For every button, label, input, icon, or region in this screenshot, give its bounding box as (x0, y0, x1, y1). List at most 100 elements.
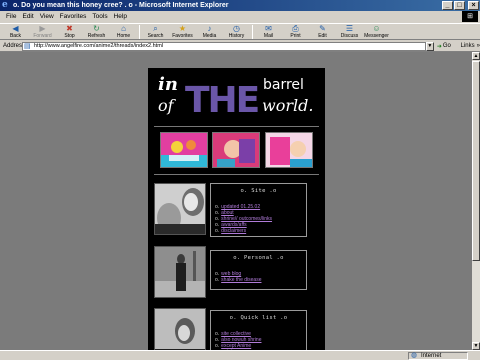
history-icon: ◷ (233, 24, 240, 33)
stop-icon: ✖ (66, 24, 73, 33)
menu-bar: File Edit View Favorites Tools Help (0, 11, 480, 22)
link-list: o. web blog o. shake the disease (215, 271, 302, 283)
go-arrow-icon[interactable]: ➜ (437, 43, 442, 50)
search-button[interactable]: ⌕ Search (142, 24, 169, 40)
browser-window: e o. Do you mean this honey cree? . o - … (0, 0, 480, 360)
nav-link[interactable]: disclaimers (221, 228, 246, 234)
divider (154, 174, 319, 175)
card-title: o. Personal .o (233, 255, 284, 261)
discuss-button[interactable]: ☰ Discuss (336, 24, 363, 40)
card-site: o. Site .o o. updated 01.25.02 o. about o.… (210, 183, 307, 237)
home-button-label: Home (116, 33, 131, 39)
arrow-right-icon: ▶ (39, 24, 46, 33)
edit-button-label: Edit (318, 33, 327, 39)
link-list: o. updated 01.25.02 o. about o. shrine// ou… (215, 204, 302, 234)
home-button[interactable]: ⌂ Home (110, 24, 137, 40)
address-bar: Address ▤ http://www.angelfire.com/anime… (0, 41, 480, 52)
banner-image-1[interactable] (160, 132, 208, 168)
favorites-button[interactable]: ★ Favorites (169, 24, 196, 40)
logo-the: THE (185, 80, 258, 118)
menu-favorites[interactable]: Favorites (57, 11, 90, 22)
search-icon: ⌕ (153, 24, 158, 33)
window-controls: _ □ × (442, 1, 479, 10)
list-item: o. disclaimers (215, 228, 302, 234)
menu-file[interactable]: File (3, 11, 19, 22)
divider (154, 126, 319, 127)
menu-tools[interactable]: Tools (89, 11, 110, 22)
discuss-icon: ☰ (345, 24, 354, 33)
vertical-scrollbar[interactable]: ▲ ▼ (472, 52, 480, 350)
favorites-button-label: Favorites (172, 33, 193, 39)
media-icon: ♪ (207, 24, 212, 33)
card-quick-list: o. Quick list .o o. site collective o. als… (210, 310, 307, 350)
go-button[interactable]: Go (443, 43, 457, 49)
title-bar[interactable]: e o. Do you mean this honey cree? . o - … (0, 0, 480, 11)
refresh-button-label: Refresh (87, 33, 106, 39)
address-label: Address (3, 43, 26, 49)
toolbar-separator (252, 25, 253, 39)
card-personal: o. Personal .o o. web blog o. shake the di… (210, 250, 307, 290)
messenger-button-label: Messenger (364, 33, 389, 39)
messenger-button[interactable]: ☺ Messenger (363, 24, 390, 40)
card-title: o. Site .o (240, 188, 277, 194)
menu-view[interactable]: View (37, 11, 57, 22)
logo-barrel: barrel (263, 77, 304, 93)
back-button-label: Back (9, 33, 22, 39)
globe-icon: ◍ (411, 352, 418, 359)
logo-world: world. (262, 96, 313, 115)
search-button-label: Search (147, 33, 164, 39)
toolbar-separator (139, 25, 140, 39)
media-button[interactable]: ♪ Media (196, 24, 223, 40)
maximize-button[interactable]: □ (454, 1, 465, 10)
chevron-right-icon[interactable]: » (477, 43, 480, 49)
banner-image-2[interactable] (212, 132, 260, 168)
page-viewport: in THE barrel of world. o. Site .o o. up… (0, 52, 472, 350)
home-icon: ⌂ (121, 24, 126, 33)
links-button[interactable]: Links (461, 43, 475, 49)
card-title: o. Quick list .o (229, 315, 288, 321)
zone-label: Internet (421, 353, 442, 359)
mail-button[interactable]: ✉ Mail (255, 24, 282, 40)
forward-button[interactable]: ▶ Forward (29, 24, 56, 40)
list-bullet: o. (215, 277, 220, 283)
menu-edit[interactable]: Edit (19, 11, 36, 22)
scroll-up-button[interactable]: ▲ (472, 52, 480, 60)
stop-button[interactable]: ✖ Stop (56, 24, 83, 40)
internet-explorer-icon: e (2, 0, 8, 10)
profile-photo-1 (154, 183, 206, 235)
messenger-icon: ☺ (372, 24, 381, 33)
page-icon: ▤ (24, 42, 31, 50)
site-logo: in THE barrel of world. (158, 74, 313, 118)
security-zone: ◍ Internet (408, 352, 468, 360)
list-item: o. shake the disease (215, 277, 302, 283)
minimize-button[interactable]: _ (442, 1, 453, 10)
arrow-left-icon: ◀ (12, 24, 19, 33)
edit-button[interactable]: ✎ Edit (309, 24, 336, 40)
address-url: http://www.angelfire.com/anime2/threads/… (34, 42, 164, 49)
menu-help[interactable]: Help (111, 11, 130, 22)
refresh-icon: ↻ (93, 24, 100, 33)
mail-icon: ✉ (265, 24, 272, 33)
windows-logo-icon: ⊞ (462, 11, 478, 22)
refresh-button[interactable]: ↻ Refresh (83, 24, 110, 40)
banner-image-3[interactable] (265, 132, 313, 168)
mail-button-label: Mail (263, 33, 274, 39)
nav-link[interactable]: shake the disease (221, 277, 261, 283)
back-button[interactable]: ◀ Back (2, 24, 29, 40)
address-dropdown-button[interactable]: ▼ (425, 41, 434, 51)
close-button[interactable]: × (468, 1, 479, 10)
scroll-down-button[interactable]: ▼ (472, 342, 480, 350)
history-button[interactable]: ◷ History (223, 24, 250, 40)
forward-button-label: Forward (33, 33, 52, 39)
address-input[interactable]: ▤ http://www.angelfire.com/anime2/thread… (22, 41, 426, 51)
history-button-label: History (228, 33, 245, 39)
favorites-icon: ★ (178, 24, 187, 33)
discuss-button-label: Discuss (340, 33, 359, 39)
list-bullet: o. (215, 228, 220, 234)
edit-icon: ✎ (319, 24, 326, 33)
stop-button-label: Stop (64, 33, 75, 39)
window-title: o. Do you mean this honey cree? . o - Mi… (13, 2, 229, 9)
scrollbar-thumb[interactable] (472, 61, 480, 261)
print-icon: ⎙ (292, 24, 299, 33)
print-button[interactable]: ⎙ Print (282, 24, 309, 40)
